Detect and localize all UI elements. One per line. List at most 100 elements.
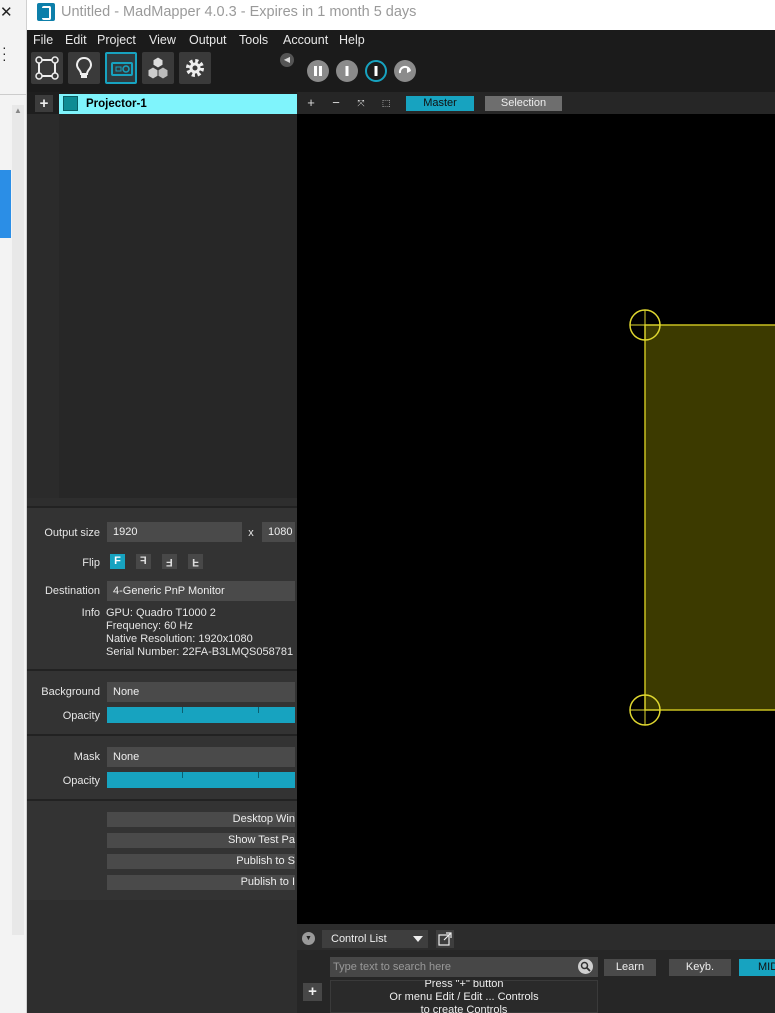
hint-line-3: to create Controls: [420, 1004, 508, 1013]
loop-button[interactable]: [394, 60, 416, 82]
slider-tick: [182, 772, 183, 778]
show-test-pattern-button[interactable]: Show Test Pa: [107, 833, 295, 848]
flip-horizontal-toggle[interactable]: F: [136, 554, 151, 569]
projector-tool-button[interactable]: [105, 52, 137, 84]
background-divider: [0, 94, 27, 95]
divider: [27, 734, 297, 736]
flip-label: Flip: [82, 557, 100, 569]
menu-tools[interactable]: Tools: [239, 31, 268, 49]
menu-project[interactable]: Project: [97, 31, 136, 49]
mask-opacity-slider[interactable]: [107, 772, 295, 788]
background-select[interactable]: None: [107, 682, 295, 702]
mask-select[interactable]: None: [107, 747, 295, 767]
info-frequency: Frequency: 60 Hz: [106, 620, 193, 632]
output-canvas[interactable]: [297, 114, 775, 924]
output-height-field[interactable]: 1080: [262, 522, 295, 542]
background-label: Background: [41, 686, 100, 698]
flip-both-toggle[interactable]: F: [188, 554, 203, 569]
projector-list: [59, 114, 297, 498]
collapse-panel-icon[interactable]: ◀: [280, 53, 294, 67]
slider-tick: [258, 772, 259, 778]
window-title: Untitled - MadMapper 4.0.3 - Expires in …: [61, 4, 417, 20]
canvas-drawing: [629, 309, 775, 726]
dropdown-arrow-icon: [413, 936, 423, 942]
search-icon: [580, 961, 591, 972]
mask-opacity-label: Opacity: [62, 775, 100, 787]
scroll-up-icon[interactable]: ▲: [13, 106, 23, 116]
play-icon: [374, 66, 378, 76]
gear-icon: [186, 59, 204, 77]
add-projector-button[interactable]: +: [35, 95, 53, 112]
flip-vertical-toggle[interactable]: F: [162, 554, 177, 569]
destination-label: Destination: [44, 585, 100, 597]
destination-select[interactable]: 4-Generic PnP Monitor: [107, 581, 295, 601]
desktop-window-button[interactable]: Desktop Win: [107, 812, 295, 827]
control-search-input[interactable]: Type text to search here: [330, 957, 598, 977]
3d-tool-button[interactable]: [142, 52, 174, 84]
surface-quad[interactable]: [644, 324, 775, 711]
projector-icon: [111, 62, 133, 76]
media-tool-button[interactable]: [68, 52, 100, 84]
play-button[interactable]: [365, 60, 387, 82]
keyboard-button[interactable]: Keyb.: [669, 959, 731, 976]
output-width-field[interactable]: 1920: [107, 522, 242, 542]
madmapper-logo-icon: [37, 3, 55, 21]
corner-handle-bottom-left[interactable]: [629, 694, 661, 726]
info-label: Info: [81, 607, 100, 619]
tab-master[interactable]: Master: [406, 96, 474, 111]
add-control-button[interactable]: +: [303, 983, 322, 1001]
size-separator: x: [248, 527, 254, 539]
pause-icon: [314, 66, 322, 76]
loop-icon: [398, 65, 411, 74]
chevron-down-icon[interactable]: ▼: [302, 932, 315, 945]
hint-line-2: Or menu Edit / Edit ... Controls: [389, 991, 539, 1003]
menu-view[interactable]: View: [149, 31, 176, 49]
divider: [27, 669, 297, 671]
background-scrollbar[interactable]: [12, 105, 24, 935]
divider: [27, 506, 297, 508]
settings-tool-button[interactable]: [179, 52, 211, 84]
publish-to-ndi-button[interactable]: Publish to I: [107, 875, 295, 890]
controls-hint: Press "+" button Or menu Edit / Edit ...…: [330, 980, 598, 1013]
zoom-in-icon[interactable]: +: [305, 96, 317, 110]
menu-file[interactable]: File: [33, 31, 53, 49]
frame-icon[interactable]: ⬚: [380, 96, 392, 110]
menu-bar: [27, 30, 775, 50]
background-opacity-slider[interactable]: [107, 707, 295, 723]
zoom-out-icon[interactable]: −: [330, 96, 342, 110]
lightbulb-icon: [75, 56, 93, 78]
background-opacity-label: Opacity: [62, 710, 100, 722]
publish-to-syphon-button[interactable]: Publish to S: [107, 854, 295, 869]
info-serial: Serial Number: 22FA-B3LMQS058781: [106, 646, 294, 658]
flip-none-toggle[interactable]: F: [110, 554, 125, 569]
more-options-icon[interactable]: · · ·: [2, 40, 10, 66]
corner-handle-top-left[interactable]: [629, 309, 661, 341]
flip-horizontal-glyph: F: [140, 555, 147, 567]
hint-line-1: Press "+" button: [424, 980, 504, 990]
cubes-icon: [147, 56, 169, 80]
flip-vertical-glyph: F: [166, 556, 173, 568]
menu-help[interactable]: Help: [339, 31, 365, 49]
surface-tool-button[interactable]: [31, 52, 63, 84]
search-button[interactable]: [578, 959, 593, 974]
menu-edit[interactable]: Edit: [65, 31, 87, 49]
divider: [27, 799, 297, 801]
projector-name: Projector-1: [86, 98, 147, 110]
popout-window-button[interactable]: [436, 930, 454, 948]
projector-color-swatch[interactable]: [63, 96, 78, 111]
menu-output[interactable]: Output: [189, 31, 227, 49]
tab-selection[interactable]: Selection: [485, 96, 562, 111]
close-icon[interactable]: ✕: [0, 5, 13, 21]
info-gpu: GPU: Quadro T1000 2: [106, 607, 216, 619]
stop-button[interactable]: [336, 60, 358, 82]
left-panel-footer: [27, 900, 297, 1013]
pause-button[interactable]: [307, 60, 329, 82]
mask-label: Mask: [73, 751, 100, 763]
fit-icon[interactable]: ⤧: [355, 96, 367, 110]
info-resolution: Native Resolution: 1920x1080: [106, 633, 253, 645]
midi-button[interactable]: MIDI: [739, 959, 775, 976]
learn-button[interactable]: Learn: [604, 959, 656, 976]
output-size-label: Output size: [44, 527, 100, 539]
slider-tick: [182, 707, 183, 713]
menu-account[interactable]: Account: [283, 31, 328, 49]
